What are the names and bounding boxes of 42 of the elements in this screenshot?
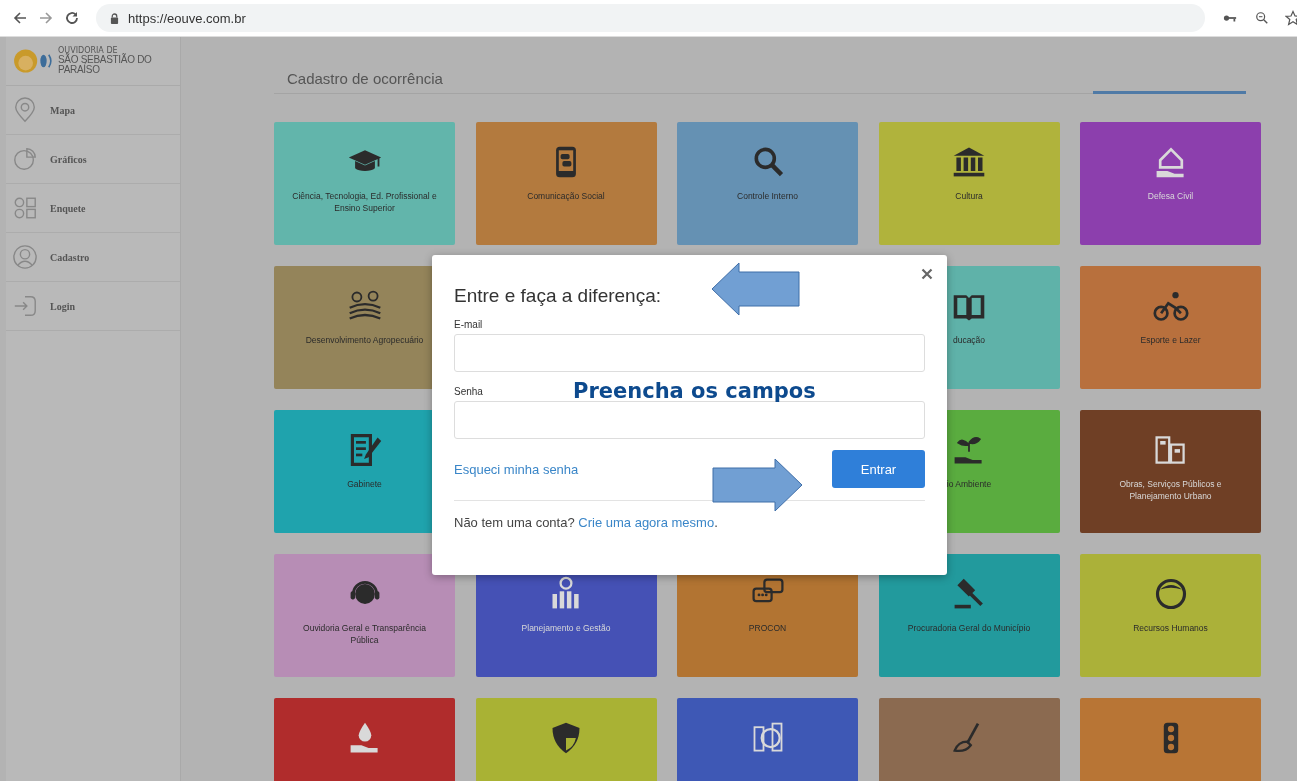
submit-button[interactable]: Entrar [832,450,925,488]
page-title: Cadastro de ocorrência [287,70,444,87]
close-icon [921,268,933,280]
category-tile[interactable]: Ciência, Tecnologia, Ed. Profissional e Ensino Superior [274,122,455,245]
sidebar-item[interactable]: Cadastro [6,233,180,282]
dialog-title: Entre e faça a diferença: [454,285,662,307]
person-circle-icon [12,244,38,270]
category-tile[interactable]: Cultura [878,122,1060,245]
category-tile[interactable]: Esporte e Lazer [1080,266,1261,389]
sidebar-item[interactable]: Mapa [6,86,180,135]
back-arrow-icon[interactable] [12,10,28,26]
category-tile[interactable]: Recursos Humanos [1080,554,1261,677]
category-tile[interactable]: Defesa Civil [1080,122,1261,245]
field-label: E-mail [454,319,483,330]
category-tile[interactable]: Comunicação Social [475,122,657,245]
sidebar-item[interactable]: Gráficos [6,135,180,184]
signup-prompt: Não tem uma conta? Crie uma agora mesmo. [454,515,719,530]
annotation-text: Preencha os campos [573,379,816,403]
brand-name: SÃO SEBASTIÃO DO [58,55,152,65]
brand-name: PARAÍSO [58,65,100,75]
reload-icon[interactable] [64,10,80,26]
grid-icon [12,195,38,221]
zoom-icon[interactable] [1255,11,1269,25]
category-tile[interactable]: Controle Interno [677,122,858,245]
sidebar-item[interactable]: Enquete [6,184,180,233]
pie-chart-icon [12,146,38,172]
map-pin-icon [12,97,38,123]
email-field[interactable] [454,334,925,372]
address-bar[interactable]: https://eouve.com.br [96,4,1205,32]
category-tile[interactable]: Ouvidoria Geral e Transparência Pública [274,554,455,677]
sign-in-icon [12,293,38,319]
forward-arrow-icon[interactable] [38,10,54,26]
sidebar-item[interactable]: Login [6,282,180,331]
logo-icon [12,47,54,75]
category-tile[interactable]: Procuradoria Geral do Município [878,554,1060,677]
brand-caption: OUVIDORIA DE [58,47,118,55]
field-label: Senha [454,386,483,397]
password-field[interactable] [454,401,925,439]
forgot-password-link[interactable]: Esqueci minha senha [454,461,579,477]
category-tile[interactable]: Obras, Serviços Públicos e Planejamento Urbano [1080,410,1261,533]
lock-icon [110,12,119,24]
star-icon[interactable] [1285,10,1297,26]
